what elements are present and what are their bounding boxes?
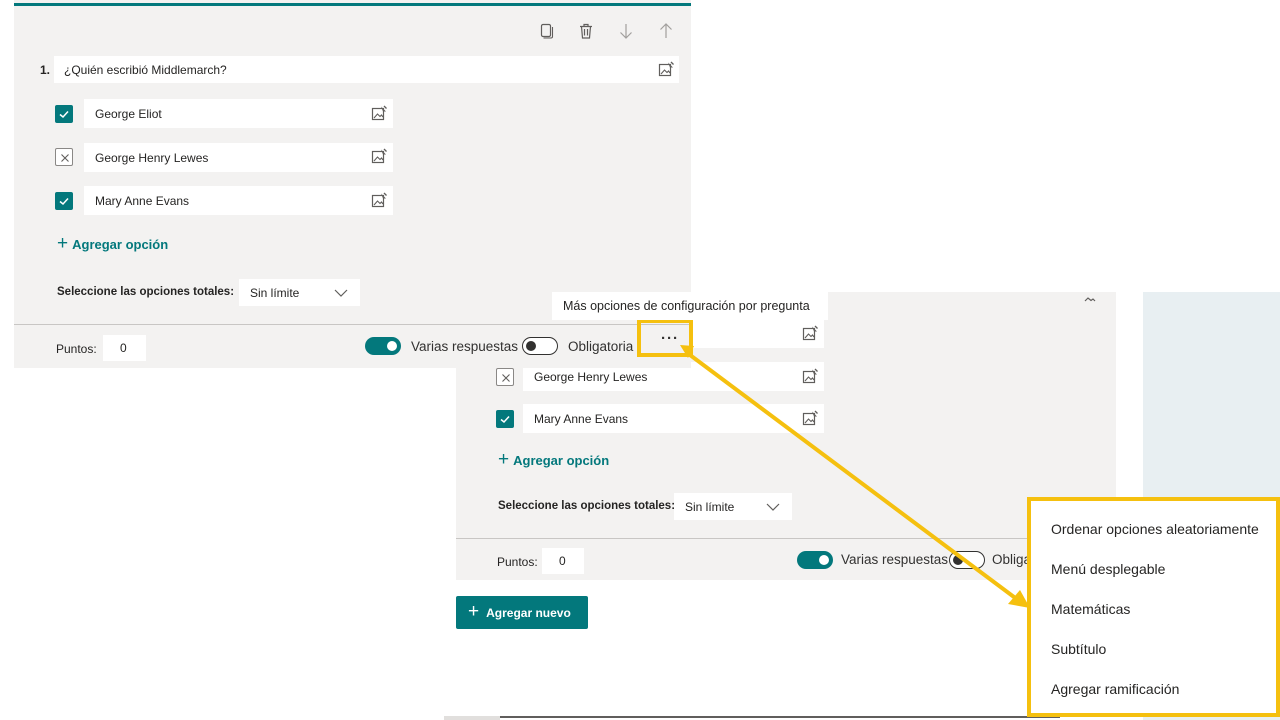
option-checkbox-0[interactable] [55,105,73,123]
image-icon[interactable] [1082,290,1098,306]
bottom-scroll-line [500,716,1060,718]
more-options-menu: Ordenar opciones aleatoriamente Menú des… [1027,497,1280,717]
plus-icon: + [498,449,510,470]
points-label: Puntos: [56,342,97,356]
plus-icon: + [57,233,69,254]
plus-icon: + [468,601,480,622]
back-footer-divider [456,538,1116,539]
points-input[interactable]: 0 [103,335,146,361]
back-required-label: Obliga [992,552,1032,567]
multiple-answers-label: Varias respuestas [411,339,519,354]
insert-image-icon[interactable] [371,192,387,208]
back-multiple-answers-toggle[interactable] [797,551,833,569]
menu-item-math[interactable]: Matemáticas [1051,601,1130,617]
question-title-field[interactable]: ¿Quién escribió Middlemarch? [54,56,679,83]
back-option-field-2[interactable]: Mary Anne Evans [523,404,824,433]
move-down-icon[interactable] [618,23,634,39]
insert-image-icon[interactable] [371,148,387,164]
option-checkbox-1[interactable] [55,148,73,166]
option-field-0[interactable]: George Eliot [84,99,393,128]
total-options-label: Seleccione las opciones totales: [57,286,235,298]
insert-image-icon[interactable] [371,105,387,121]
required-toggle[interactable] [522,337,558,355]
back-total-options-label: Seleccione las opciones totales: [498,500,676,512]
menu-item-subtitle[interactable]: Subtítulo [1051,641,1106,657]
chevron-down-icon [334,289,348,297]
insert-image-icon[interactable] [802,325,818,341]
back-option-checkbox-1[interactable] [496,368,514,386]
delete-icon[interactable] [578,23,594,39]
back-add-option-button[interactable]: + Agregar opción [498,449,609,470]
required-label: Obligatoria [568,339,634,354]
total-options-select[interactable]: Sin límite [239,279,360,306]
back-points-label: Puntos: [497,555,538,569]
insert-image-icon[interactable] [802,368,818,384]
multiple-answers-toggle[interactable] [365,337,401,355]
back-points-input[interactable]: 0 [542,548,584,574]
copy-icon[interactable] [538,23,554,39]
option-field-2[interactable]: Mary Anne Evans [84,186,393,215]
move-up-icon[interactable] [658,23,674,39]
add-option-button[interactable]: + Agregar opción [57,233,168,254]
option-checkbox-2[interactable] [55,192,73,210]
back-multiple-answers-label: Varias respuestas [841,552,949,567]
option-field-1[interactable]: George Henry Lewes [84,143,393,172]
insert-image-icon[interactable] [658,61,674,77]
question-number: 1. [40,63,51,77]
callout-label: Más opciones de configuración por pregun… [552,292,828,320]
bottom-edge [444,716,500,720]
more-options-icon[interactable]: ··· [661,331,679,346]
chevron-down-icon [766,503,780,511]
back-required-toggle[interactable] [949,551,985,569]
card-accent-bar [14,3,691,6]
back-option-checkbox-2[interactable] [496,410,514,428]
menu-item-shuffle[interactable]: Ordenar opciones aleatoriamente [1051,521,1259,537]
menu-item-branching[interactable]: Agregar ramificación [1051,681,1179,697]
menu-item-dropdown[interactable]: Menú desplegable [1051,561,1165,577]
insert-image-icon[interactable] [802,410,818,426]
back-total-options-select[interactable]: Sin límite [674,493,792,520]
add-new-button[interactable]: + Agregar nuevo [456,596,588,629]
